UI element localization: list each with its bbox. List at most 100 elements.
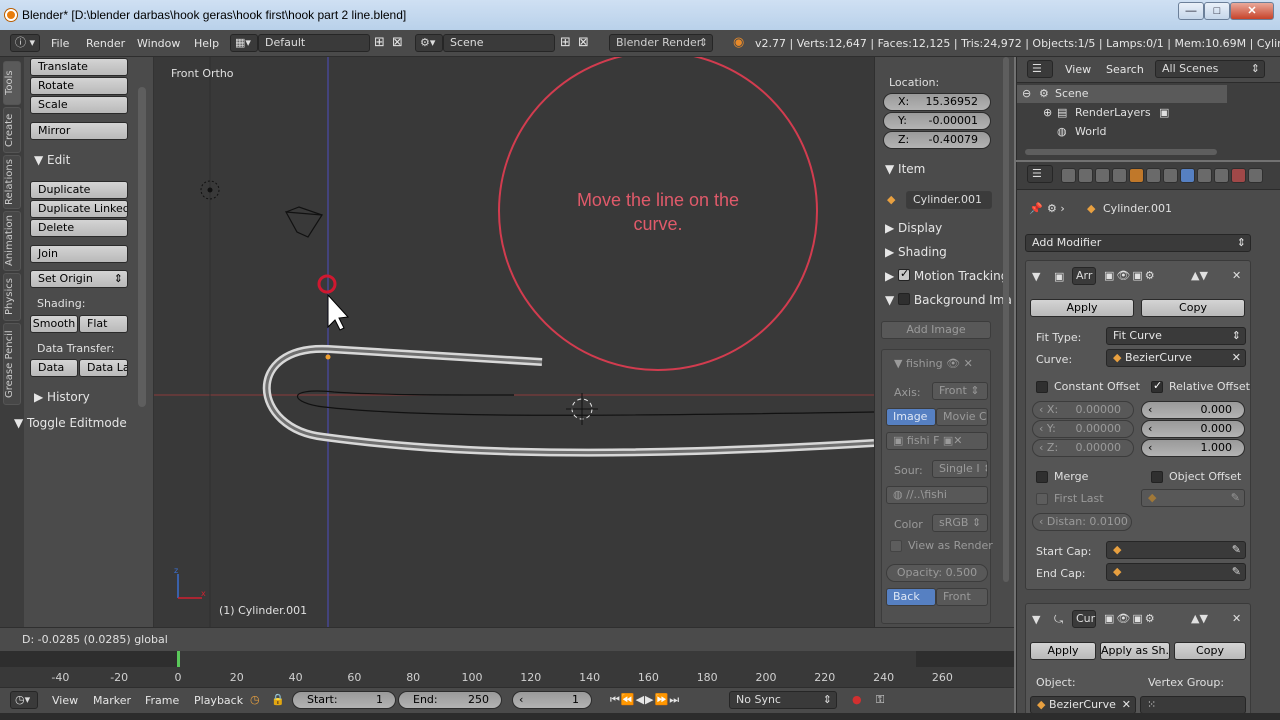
vertex-group-field[interactable]: ⁙	[1140, 696, 1246, 714]
decrement-arrow-icon[interactable]: ‹	[1148, 402, 1152, 418]
shelf-scrollbar[interactable]	[138, 87, 146, 407]
array-modifier-name-field[interactable]: Arr	[1072, 267, 1096, 285]
start-cap-field[interactable]: ◆ ✎	[1106, 541, 1246, 559]
background-images-panel-header[interactable]: ▼ Background Ima	[885, 293, 1011, 307]
remove-layout-icon[interactable]: ⊠	[392, 35, 403, 50]
relative-y-field[interactable]: ‹ 0.000	[1141, 420, 1245, 438]
pin-icon[interactable]: 📌	[1029, 202, 1043, 215]
start-frame-field[interactable]: Start: 1	[292, 691, 396, 709]
offset-object-field[interactable]: ◆ ✎	[1141, 489, 1245, 507]
playhead[interactable]	[177, 651, 180, 667]
timeline[interactable]: -40 -20 0 20 40 60 80 100 120 140 160 180 200 220 240 2…	[0, 651, 1014, 687]
collapse-arrow-icon[interactable]: ▼	[1032, 270, 1040, 283]
outliner-filter-select[interactable]: All Scenes ⇕	[1155, 60, 1265, 78]
modifiers-wrench-tab-icon[interactable]	[1180, 168, 1195, 183]
move-up-down-icon[interactable]: ▲▼	[1191, 269, 1208, 282]
scene-tab-icon[interactable]	[1095, 168, 1110, 183]
move-up-down-icon[interactable]: ▲▼	[1191, 612, 1208, 625]
decrement-arrow-icon[interactable]: ‹	[1148, 421, 1152, 437]
screen-layout-button[interactable]: ▦▾	[230, 34, 258, 52]
collapse-icon[interactable]: ⊖	[1022, 87, 1031, 100]
tab-grease-pencil[interactable]: Grease Pencil	[3, 323, 21, 405]
image-file-field[interactable]: ▣ fishi F ▣✕	[886, 432, 988, 450]
outliner-view-menu[interactable]: View	[1065, 63, 1091, 76]
add-scene-icon[interactable]: ⊞	[560, 35, 571, 50]
relative-offset-checkbox[interactable]	[1151, 379, 1163, 393]
modifier-visibility-icons[interactable]: ▣👁▣⚙	[1104, 269, 1157, 282]
world-tab-icon[interactable]	[1112, 168, 1127, 183]
curve-modifier-name-field[interactable]: Cur	[1072, 610, 1096, 628]
tab-create[interactable]: Create	[3, 107, 21, 153]
clear-field-icon[interactable]: ✕	[1122, 697, 1131, 713]
opacity-slider[interactable]: Opacity: 0.500	[886, 564, 988, 582]
outliner-row-scene[interactable]: ⊖ ⚙ Scene	[1017, 85, 1227, 103]
properties-editor-type-button[interactable]: ☰	[1027, 165, 1053, 183]
screen-layout-field[interactable]: Default	[258, 34, 370, 52]
particles-tab-icon[interactable]	[1248, 168, 1263, 183]
edit-panel-header[interactable]: ▼ Edit	[34, 153, 70, 167]
outliner-search-menu[interactable]: Search	[1106, 63, 1144, 76]
end-cap-field[interactable]: ◆ ✎	[1106, 563, 1246, 581]
timeline-playback-menu[interactable]: Playback	[194, 694, 243, 707]
npanel-scrollbar[interactable]	[1003, 57, 1009, 582]
render-layers-tab-icon[interactable]	[1078, 168, 1093, 183]
motion-tracking-panel-header[interactable]: ▶ Motion Tracking	[885, 267, 1008, 283]
display-panel-header[interactable]: ▶ Display	[885, 221, 942, 235]
tab-relations[interactable]: Relations	[3, 155, 21, 209]
duplicate-button[interactable]: Duplicate	[30, 181, 128, 199]
tab-image-source[interactable]: Image	[886, 408, 936, 426]
preview-range-icon[interactable]: ◷	[250, 693, 260, 706]
color-space-select[interactable]: sRGB ⇕	[932, 514, 988, 532]
menu-window[interactable]: Window	[137, 37, 180, 50]
menu-render[interactable]: Render	[86, 37, 125, 50]
record-icon[interactable]: ●	[852, 693, 862, 706]
object-offset-checkbox[interactable]	[1151, 471, 1163, 483]
location-y-field[interactable]: Y: -0.00001	[883, 112, 991, 130]
join-button[interactable]: Join	[30, 245, 128, 263]
data-layout-button[interactable]: Data La	[79, 359, 128, 377]
expand-icon[interactable]: ⊕	[1043, 106, 1052, 119]
menu-help[interactable]: Help	[194, 37, 219, 50]
playback-controls-icon[interactable]: ⏮⏪◀▶⏩⏭	[610, 693, 680, 707]
decrement-arrow-icon[interactable]: ‹	[519, 692, 523, 708]
timeline-editor-type-button[interactable]: ◷▾	[10, 691, 38, 709]
add-image-button[interactable]: Add Image	[881, 321, 991, 339]
relative-z-field[interactable]: ‹ 1.000	[1141, 439, 1245, 457]
add-modifier-select[interactable]: Add Modifier ⇕	[1025, 234, 1251, 252]
tab-movie-clip-source[interactable]: Movie Clip	[936, 408, 988, 426]
first-last-checkbox[interactable]	[1036, 493, 1048, 505]
tab-tools[interactable]: Tools	[3, 61, 21, 105]
collapse-arrow-icon[interactable]: ▼	[1032, 613, 1040, 626]
eye-icon[interactable]: 👁	[946, 357, 960, 370]
viewport-canvas[interactable]: z x	[154, 57, 874, 627]
array-copy-button[interactable]: Copy	[1141, 299, 1245, 317]
add-layout-icon[interactable]: ⊞	[374, 35, 385, 50]
outliner-editor-type-button[interactable]: ☰	[1027, 60, 1053, 78]
fit-type-select[interactable]: Fit Curve ⇕	[1106, 327, 1246, 345]
close-button[interactable]: ✕	[1230, 2, 1274, 20]
sync-mode-select[interactable]: No Sync ⇕	[729, 691, 837, 709]
translate-button[interactable]: Translate	[30, 58, 128, 76]
texture-tab-icon[interactable]	[1231, 168, 1246, 183]
merge-distance-field[interactable]: ‹ Distan: 0.0100	[1032, 513, 1132, 531]
motion-tracking-checkbox[interactable]	[898, 267, 911, 281]
3d-viewport[interactable]: z x Front Ortho (1) Cylinder.001 Move th…	[154, 57, 874, 627]
object-name-field[interactable]: Cylinder.001	[906, 191, 992, 209]
flat-button[interactable]: Flat	[79, 315, 128, 333]
data-tab-icon[interactable]	[1197, 168, 1212, 183]
apply-as-shape-button[interactable]: Apply as Sh...	[1100, 642, 1170, 660]
fake-user-toggle[interactable]: F	[933, 434, 939, 447]
location-z-field[interactable]: Z: -0.40079	[883, 131, 991, 149]
remove-modifier-icon[interactable]: ✕	[1232, 269, 1241, 282]
duplicate-linked-button[interactable]: Duplicate Linked	[30, 200, 128, 218]
scale-button[interactable]: Scale	[30, 96, 128, 114]
keying-set-icon[interactable]: ⚿	[876, 693, 884, 707]
constraints-tab-icon[interactable]	[1146, 168, 1161, 183]
set-origin-select[interactable]: Set Origin ⇕	[30, 270, 128, 288]
constraints-link-tab-icon[interactable]	[1163, 168, 1178, 183]
rotate-button[interactable]: Rotate	[30, 77, 128, 95]
curve-copy-button[interactable]: Copy	[1174, 642, 1246, 660]
tab-physics[interactable]: Physics	[3, 273, 21, 321]
render-engine-select[interactable]: Blender Render ⇕	[609, 34, 713, 52]
outliner-row-world[interactable]: ◍ World	[1017, 123, 1227, 141]
